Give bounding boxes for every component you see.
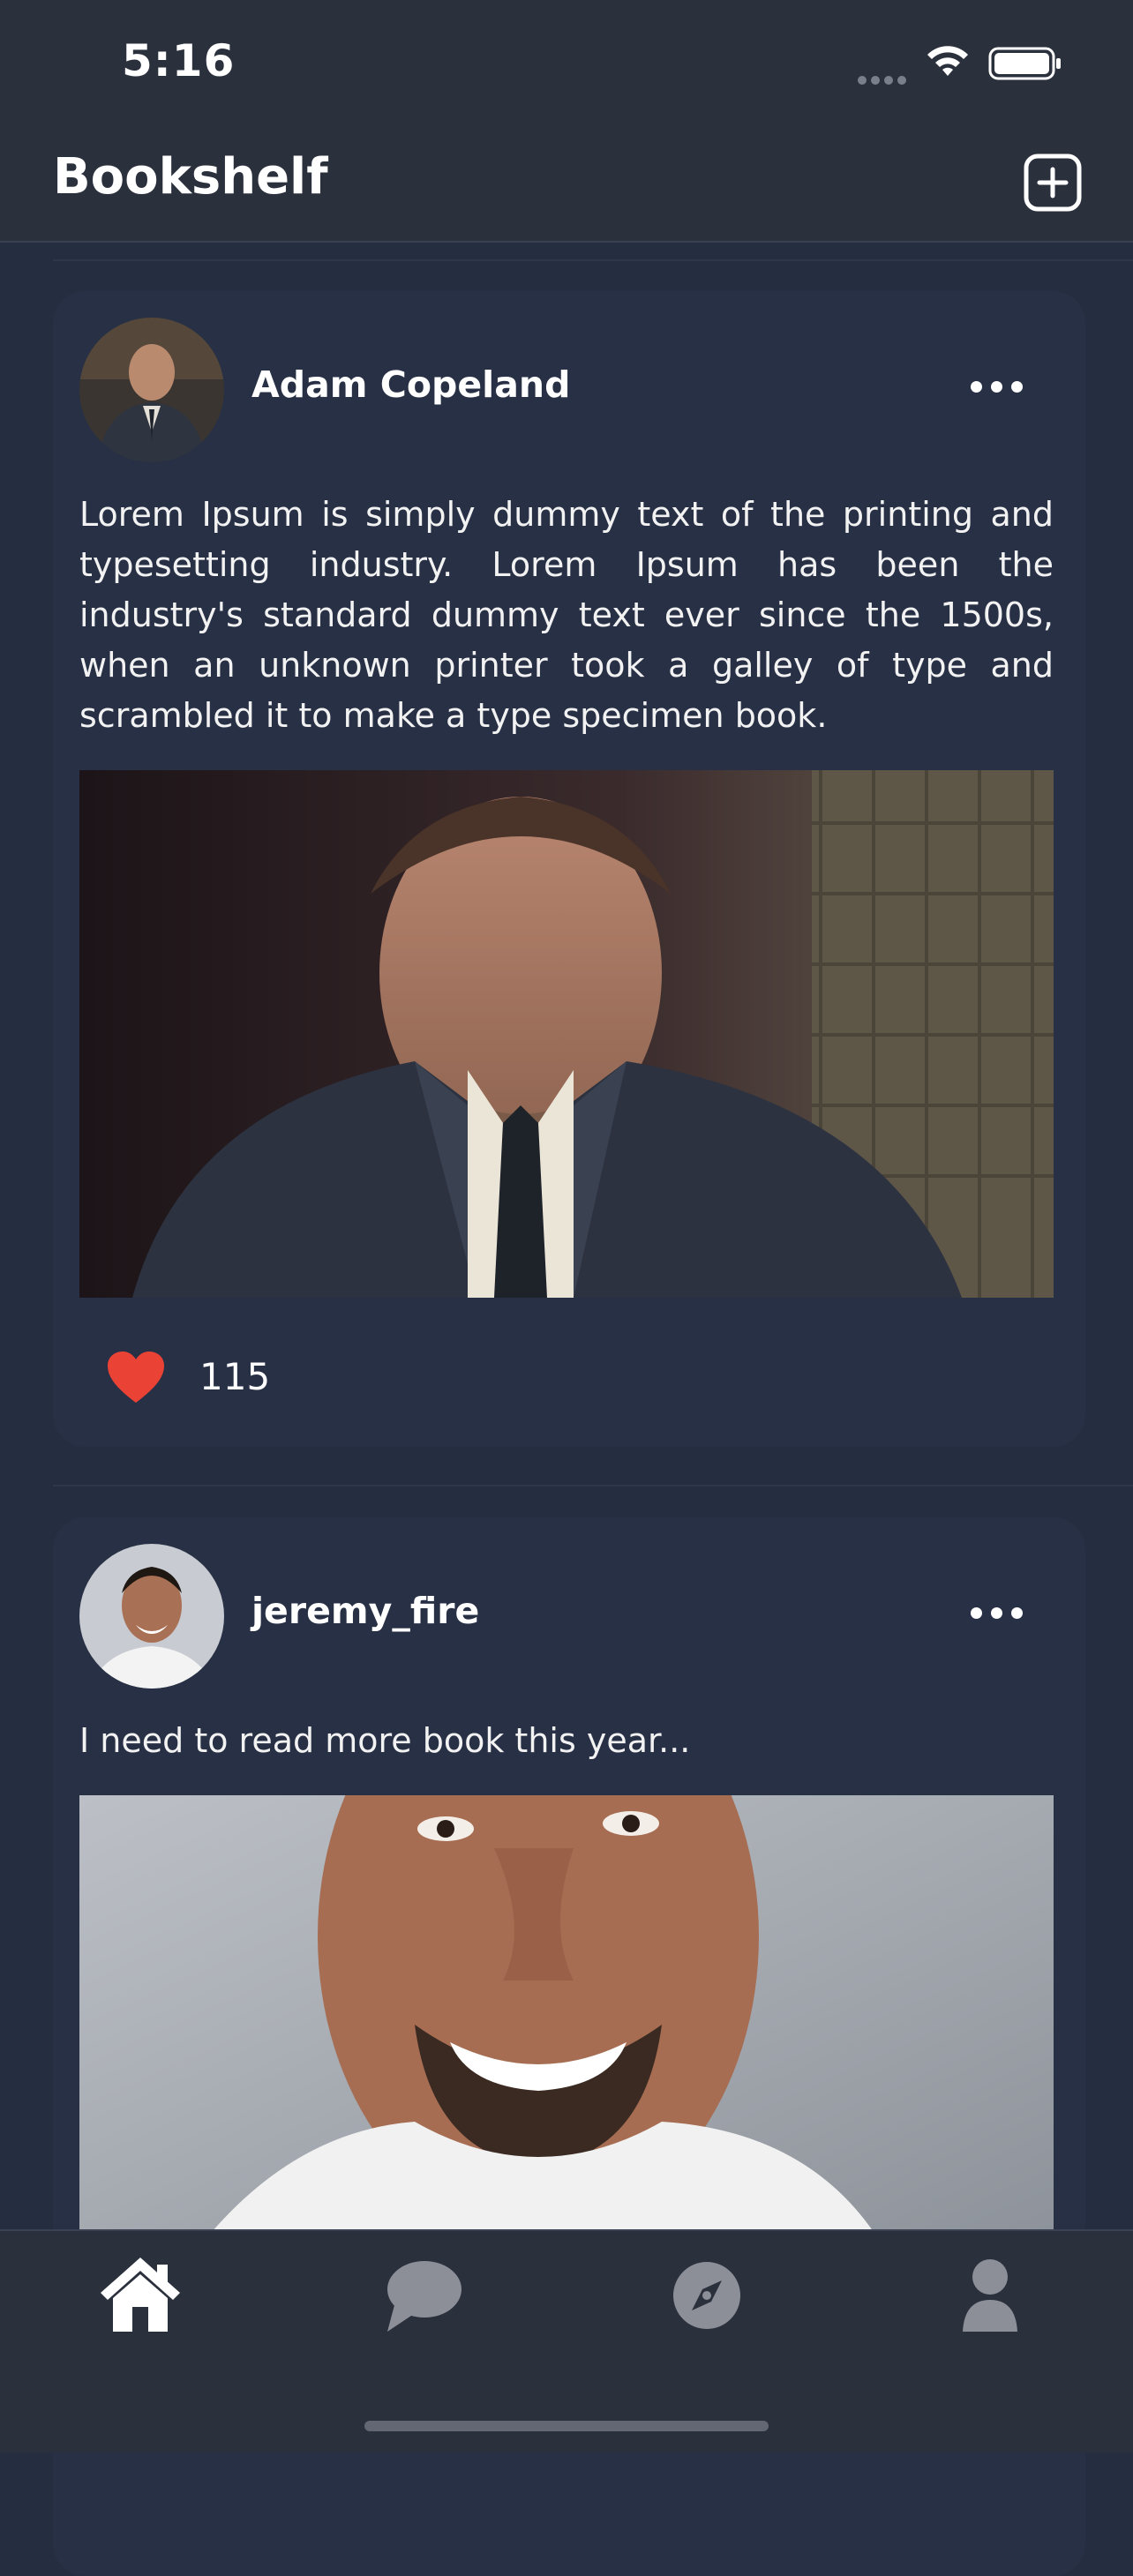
home-icon[interactable] <box>92 2247 189 2344</box>
post-photo <box>79 770 1054 1298</box>
status-time: 5:16 <box>122 35 236 86</box>
divider <box>53 1485 1133 1486</box>
avatar[interactable] <box>79 318 224 462</box>
post-card: Adam Copeland Lorem Ipsum is simply dumm… <box>53 291 1085 1447</box>
more-options-button[interactable] <box>971 1606 1032 1627</box>
ellipsis-icon <box>971 1607 982 1619</box>
signal-icon <box>858 71 911 88</box>
compass-icon[interactable] <box>658 2247 755 2344</box>
navigation-bar: Bookshelf <box>0 132 1133 243</box>
heart-icon[interactable] <box>106 1350 166 1404</box>
home-indicator <box>364 2421 769 2431</box>
add-post-button[interactable] <box>1022 152 1084 213</box>
page-title: Bookshelf <box>53 148 328 206</box>
post-photo <box>79 1795 1054 2232</box>
post-text: Lorem Ipsum is simply dummy text of the … <box>79 495 1054 735</box>
tab-bar <box>0 2229 1133 2452</box>
chat-icon[interactable] <box>375 2247 472 2344</box>
post-image[interactable] <box>79 1795 1054 2232</box>
avatar[interactable] <box>79 1544 224 1689</box>
avatar-image <box>79 1544 224 1689</box>
more-options-button[interactable] <box>971 379 1032 401</box>
author-name[interactable]: Adam Copeland <box>251 363 570 406</box>
wifi-icon <box>927 46 968 76</box>
status-bar: 5:16 <box>0 0 1133 132</box>
like-count: 115 <box>199 1355 271 1398</box>
battery-icon <box>988 47 1061 80</box>
post-text: I need to read more book this year... <box>79 1721 691 1760</box>
person-icon[interactable] <box>942 2247 1039 2344</box>
post-image[interactable] <box>79 770 1054 1298</box>
avatar-image <box>79 318 224 462</box>
divider <box>53 259 1133 261</box>
ellipsis-icon <box>971 381 982 393</box>
author-name[interactable]: jeremy_fire <box>251 1590 479 1632</box>
